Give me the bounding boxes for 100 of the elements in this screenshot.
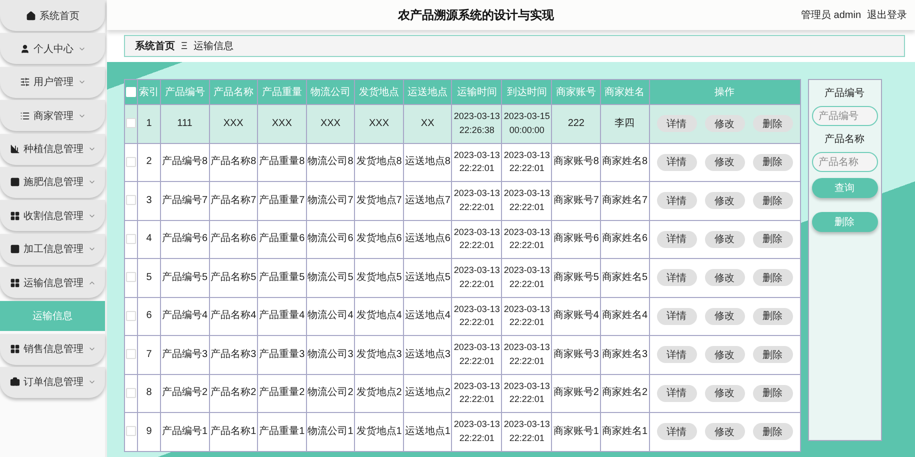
menu-item[interactable]: 运输信息管理 [0, 267, 105, 298]
action-button[interactable]: 详情 [656, 115, 696, 132]
action-button[interactable]: 删除 [752, 269, 792, 286]
row-checkbox[interactable] [126, 195, 136, 206]
menu-item[interactable]: 订单信息管理 [0, 366, 105, 398]
table-cell: XXX [306, 104, 355, 143]
row-checkbox[interactable] [126, 118, 136, 128]
table-cell: 产品名称3 [209, 336, 258, 374]
table-cell: 111 [160, 104, 210, 143]
action-button[interactable]: 详情 [656, 269, 696, 286]
table-cell: 产品编号1 [160, 412, 210, 451]
table-cell: 5 [138, 258, 160, 297]
table-cell: 7 [138, 336, 160, 374]
menu-item[interactable]: 用户管理 [0, 66, 105, 98]
action-button[interactable]: 删除 [752, 423, 792, 440]
grid-icon [10, 210, 20, 221]
table-cell: 物流公司7 [306, 182, 355, 220]
row-checkbox[interactable] [126, 272, 136, 282]
select-all-checkbox[interactable] [126, 86, 136, 97]
action-button[interactable]: 删除 [752, 384, 792, 402]
action-button[interactable]: 删除 [752, 154, 792, 171]
action-button[interactable]: 修改 [704, 346, 744, 364]
user-icon [20, 44, 30, 54]
action-button[interactable]: 详情 [656, 230, 696, 248]
column-header: 产品名称 [209, 80, 258, 104]
action-button[interactable]: 删除 [752, 230, 792, 248]
action-button[interactable]: 详情 [656, 192, 696, 210]
table-cell: 2023-03-13 22:22:01 [452, 412, 502, 451]
table-cell: 产品编号5 [160, 258, 210, 297]
menu-item[interactable]: 系统首页 [0, 0, 105, 31]
menu-item[interactable]: 种植信息管理 [0, 134, 105, 165]
menu-item[interactable]: 施肥信息管理 [0, 166, 105, 198]
sliders-icon [20, 77, 30, 88]
row-checkbox[interactable] [126, 156, 136, 167]
action-button[interactable]: 详情 [656, 346, 696, 364]
menu-item[interactable]: 收割信息管理 [0, 200, 105, 232]
table-cell: 物流公司5 [306, 258, 355, 297]
table-cell: 2023-03-13 22:22:01 [502, 182, 552, 220]
action-button[interactable]: 删除 [752, 308, 792, 325]
row-checkbox[interactable] [126, 349, 136, 360]
bar-chart-icon [10, 144, 20, 154]
table-cell: 物流公司3 [306, 336, 355, 374]
grid-icon [10, 344, 20, 354]
column-header: 商家账号 [552, 80, 600, 104]
action-button[interactable]: 详情 [656, 308, 696, 325]
table-cell: XX [403, 104, 452, 143]
action-button[interactable]: 详情 [656, 384, 696, 402]
table-cell: 产品名称5 [209, 258, 258, 297]
menu-item[interactable]: 加工信息管理 [0, 234, 105, 265]
table-cell: 产品重量3 [258, 336, 306, 374]
action-button[interactable]: 删除 [752, 192, 792, 210]
menu-item[interactable]: 个人中心 [0, 33, 105, 64]
table-row[interactable]: 1 111 XXX XXX XXX XXX XX 2023-03-13 22:26:38 2023-03-15 00:00:00 222 李四 详情 修改 删除 [124, 104, 800, 143]
action-button[interactable]: 修改 [704, 308, 744, 325]
table-cell: 商家账号7 [552, 182, 600, 220]
table-cell: 2023-03-13 22:22:01 [452, 258, 502, 297]
table-cell: 商家姓名3 [600, 336, 649, 374]
menu-item[interactable]: 商家管理 [0, 100, 105, 132]
menu-item[interactable]: 销售信息管理 [0, 334, 105, 365]
table-cell: 物流公司1 [306, 412, 355, 451]
table-cell: 产品编号3 [160, 336, 210, 374]
table-cell: 3 [138, 182, 160, 220]
breadcrumb-item[interactable]: 运输信息 [194, 39, 234, 53]
row-checkbox[interactable] [126, 426, 136, 436]
table-cell: 商家姓名1 [600, 412, 649, 451]
row-checkbox[interactable] [126, 388, 136, 398]
table-cell: 运送地点7 [403, 182, 452, 220]
action-button[interactable]: 删除 [752, 115, 792, 132]
breadcrumb-item[interactable]: 系统首页 [135, 39, 175, 53]
briefcase-icon [10, 377, 20, 388]
table-cell: 222 [552, 104, 600, 143]
action-button[interactable]: 详情 [656, 154, 696, 171]
search-field[interactable]: 产品名称 [812, 152, 878, 172]
action-button[interactable]: 修改 [704, 269, 744, 286]
table-cell: 发货地点3 [354, 336, 404, 374]
table-cell: 产品名称7 [209, 182, 258, 220]
action-button[interactable]: 详情 [656, 423, 696, 440]
action-button[interactable]: 删除 [752, 346, 792, 364]
action-button[interactable]: 修改 [704, 230, 744, 248]
logout-link[interactable]: 退出登录 [867, 8, 907, 22]
field-label: 产品名称 [824, 132, 864, 146]
column-header: 到达时间 [502, 80, 552, 104]
table-cell: 李四 [600, 104, 649, 143]
table-cell: 商家账号1 [552, 412, 600, 451]
table-cell: 2023-03-13 22:26:38 [452, 104, 502, 143]
action-button[interactable]: 修改 [704, 384, 744, 402]
table-cell: 2023-03-13 22:22:01 [452, 182, 502, 220]
row-checkbox[interactable] [126, 234, 136, 244]
table-cell: 商家姓名5 [600, 258, 649, 297]
action-button[interactable]: 修改 [704, 115, 744, 132]
home-icon [26, 10, 36, 20]
action-button[interactable]: 修改 [704, 423, 744, 440]
field-label: 产品编号 [824, 86, 864, 100]
row-checkbox[interactable] [126, 310, 136, 321]
column-header: 商家姓名 [600, 80, 649, 104]
action-button[interactable]: 修改 [704, 192, 744, 210]
table-cell: 1 [138, 104, 160, 143]
search-field[interactable]: 产品编号 [812, 106, 878, 126]
action-button[interactable]: 修改 [704, 154, 744, 171]
table-cell: 2023-03-15 00:00:00 [502, 104, 552, 143]
